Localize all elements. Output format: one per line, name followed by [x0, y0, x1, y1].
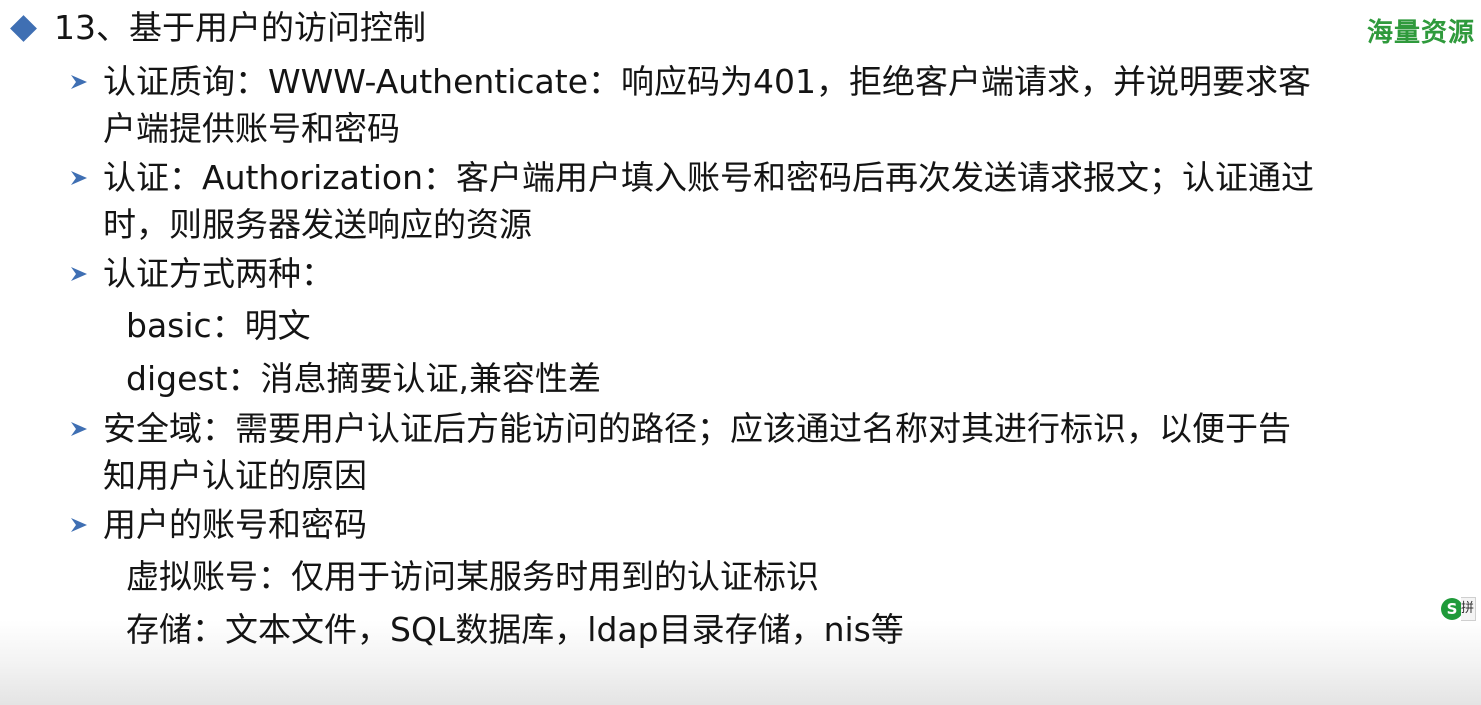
sub-item: 虚拟账号：仅用于访问某服务时用到的认证标识 [126, 557, 819, 596]
arrow-bullet-icon [66, 154, 92, 201]
slide-title: 13、基于用户的访问控制 [54, 8, 426, 47]
arrow-bullet-icon [66, 250, 92, 297]
arrow-bullet-icon [66, 501, 92, 548]
bullet-item: 认证：Authorization：客户端用户填入账号和密码后再次发送请求报文；认… [66, 154, 1461, 248]
bullet-line: 认证质询：WWW-Authenticate：响应码为401，拒绝客户端请求，并说… [103, 62, 1311, 101]
bullet-line: 户端提供账号和密码 [103, 109, 400, 148]
sogou-tail-label: 拼 [1461, 597, 1476, 621]
bullet-line: 认证方式两种： [103, 254, 334, 293]
bullet-item: 认证质询：WWW-Authenticate：响应码为401，拒绝客户端请求，并说… [66, 58, 1461, 152]
sogou-logo-icon: S [1441, 598, 1463, 620]
bullet-line: 时，则服务器发送响应的资源 [103, 205, 532, 244]
bullet-item: 安全域：需要用户认证后方能访问的路径；应该通过名称对其进行标识，以便于告 知用户… [66, 405, 1461, 499]
bullet-line: 用户的账号和密码 [103, 505, 367, 544]
arrow-bullet-icon [66, 58, 92, 105]
sub-item: 存储：文本文件，SQL数据库，ldap目录存储，nis等 [126, 610, 904, 649]
watermark-text: 海量资源 [1366, 18, 1475, 48]
bullet-item: 用户的账号和密码 [66, 501, 1461, 548]
sogou-input-icon[interactable]: S 拼 [1441, 596, 1481, 622]
bullet-list: 认证质询：WWW-Authenticate：响应码为401，拒绝客户端请求，并说… [66, 58, 1461, 656]
bullet-line: 认证：Authorization：客户端用户填入账号和密码后再次发送请求报文；认… [103, 158, 1315, 197]
slide: 13、基于用户的访问控制 海量资源 认证质询：WWW-Authenticate：… [0, 0, 1481, 705]
sub-item: basic：明文 [126, 306, 311, 345]
sub-item: digest：消息摘要认证,兼容性差 [126, 359, 601, 398]
title-row: 13、基于用户的访问控制 [6, 4, 426, 52]
arrow-bullet-icon [66, 405, 92, 452]
bullet-line: 安全域：需要用户认证后方能访问的路径；应该通过名称对其进行标识，以便于告 [103, 409, 1291, 448]
diamond-bullet-icon [10, 14, 37, 42]
bullet-item: 认证方式两种： [66, 250, 1461, 297]
bullet-line: 知用户认证的原因 [103, 456, 367, 495]
